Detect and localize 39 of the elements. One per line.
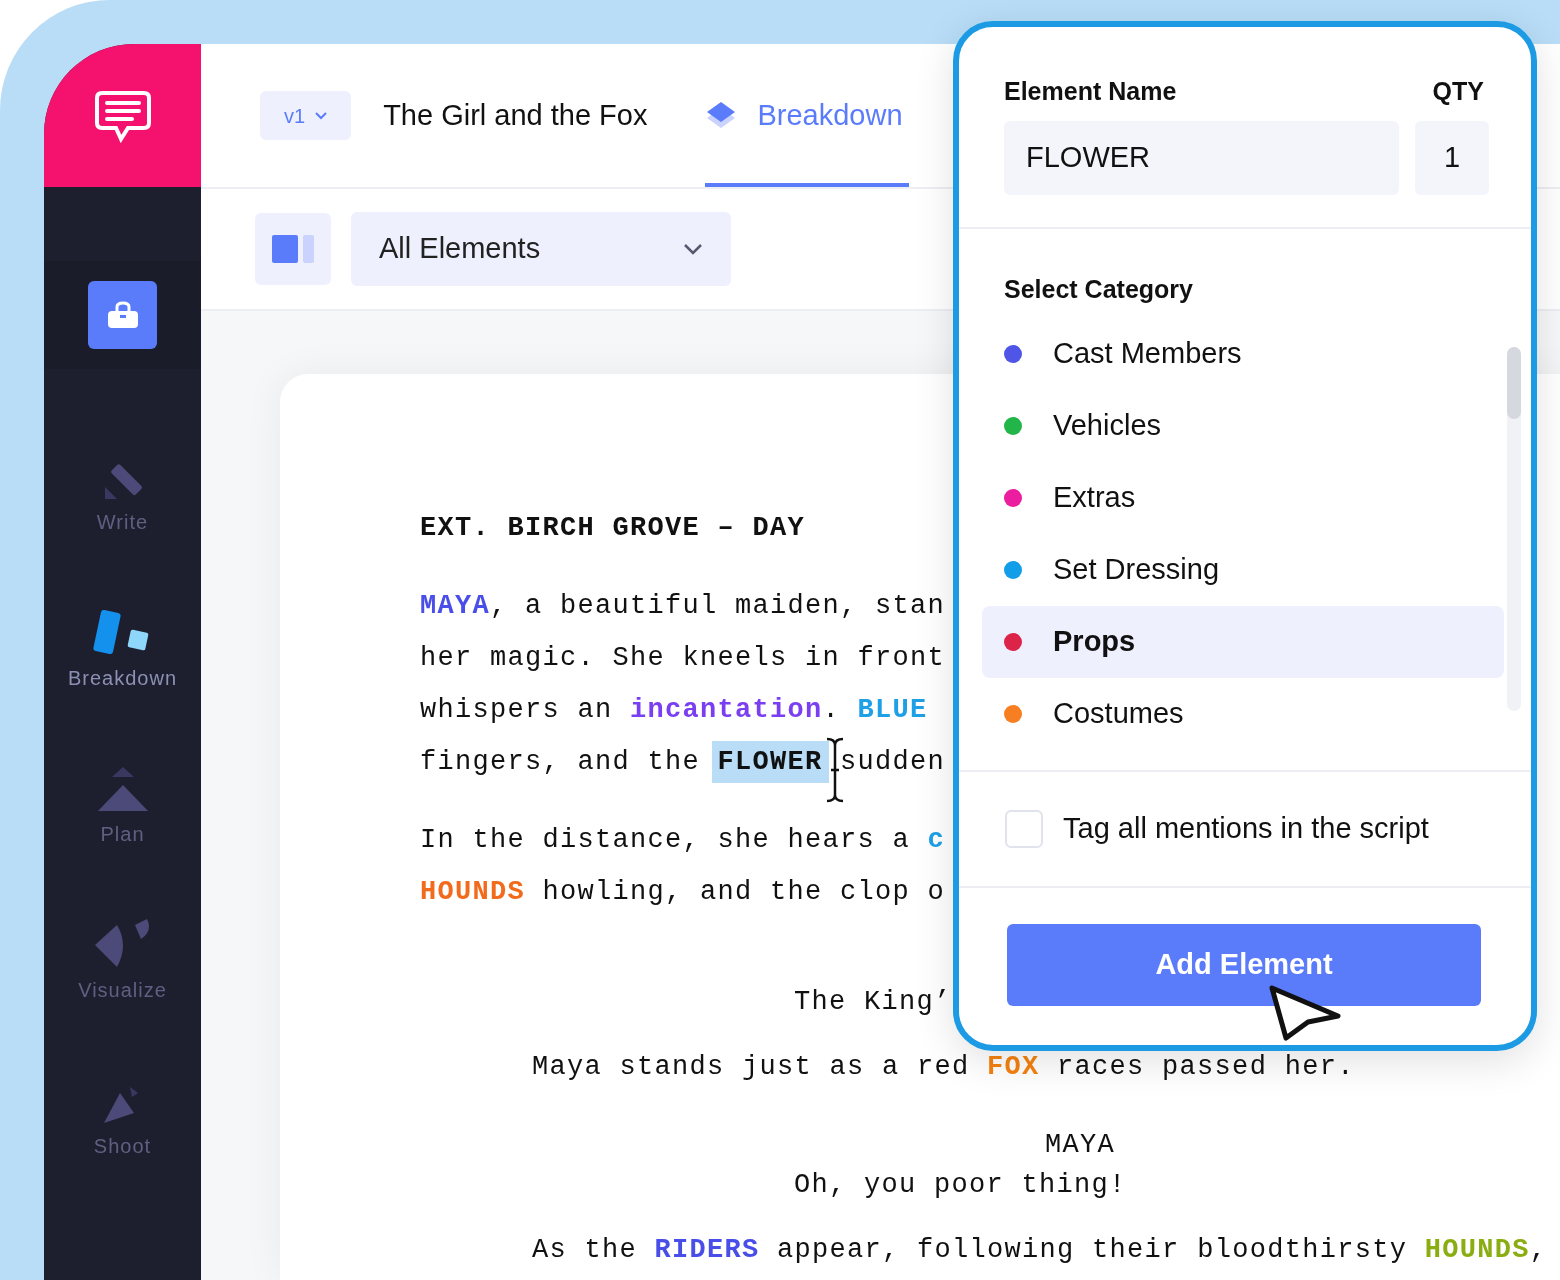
category-item[interactable]: Extras [982, 462, 1504, 534]
checkbox[interactable] [1005, 810, 1043, 848]
name-field[interactable]: FLOWER [1004, 120, 1399, 195]
category-item[interactable]: Cast Members [982, 318, 1504, 390]
chevron-down-icon [683, 243, 703, 255]
field-label: Element Name [1004, 76, 1177, 107]
category-item[interactable]: Set Dressing [982, 534, 1504, 606]
script-line: The King’ [794, 986, 952, 1019]
bag-button[interactable] [88, 281, 157, 349]
chat-bubble-icon [93, 88, 152, 143]
panel-toggle-button[interactable] [255, 213, 331, 285]
script-line: HOUNDS howling, and the clop o [420, 876, 946, 909]
bag-icon [106, 301, 139, 329]
script-line: MAYA [1045, 1129, 1115, 1162]
field-label: QTY [1432, 76, 1485, 107]
mouse-pointer-icon [1268, 984, 1344, 1042]
add-element-button[interactable]: Add Element [1007, 924, 1481, 1006]
script-line: fingers, and the FLOWER sudden [420, 736, 946, 788]
category-item[interactable]: Costumes [982, 678, 1504, 750]
checkbox-label: Tag all mentions in the script [1063, 811, 1429, 847]
script-line: MAYA, a beautiful maiden, stan [420, 590, 946, 623]
category-item[interactable]: Props [982, 606, 1504, 678]
chevron-down-icon [315, 111, 328, 120]
scrollbar[interactable] [1507, 346, 1521, 711]
tab[interactable]: Breakdown [705, 44, 909, 187]
script-line: Maya stands just as a red FOX races passed her. [532, 1051, 1355, 1084]
script-line: Oh, you poor thing! [794, 1169, 1127, 1202]
nav-item[interactable]: Breakdown [67, 587, 178, 693]
script-line: In the distance, she hears a c [420, 824, 946, 857]
qty-field[interactable]: 1 [1415, 120, 1489, 195]
script-line: whispers an incantation. BLUE [420, 694, 928, 727]
script-line: As the RIDERS appear, following their bloodthirsty HOUNDS, [532, 1234, 1548, 1267]
panel-layout-icon [272, 235, 314, 263]
section-title: Select Category [1003, 273, 1194, 305]
category-item[interactable]: Vehicles [982, 390, 1504, 462]
filter-dropdown[interactable]: All Elements [351, 212, 731, 286]
scene-heading: EXT. BIRCH GROVE – DAY [420, 512, 806, 545]
script-line: her magic. She kneels in front [420, 642, 946, 675]
project-title: The Girl and the Fox [383, 97, 648, 133]
